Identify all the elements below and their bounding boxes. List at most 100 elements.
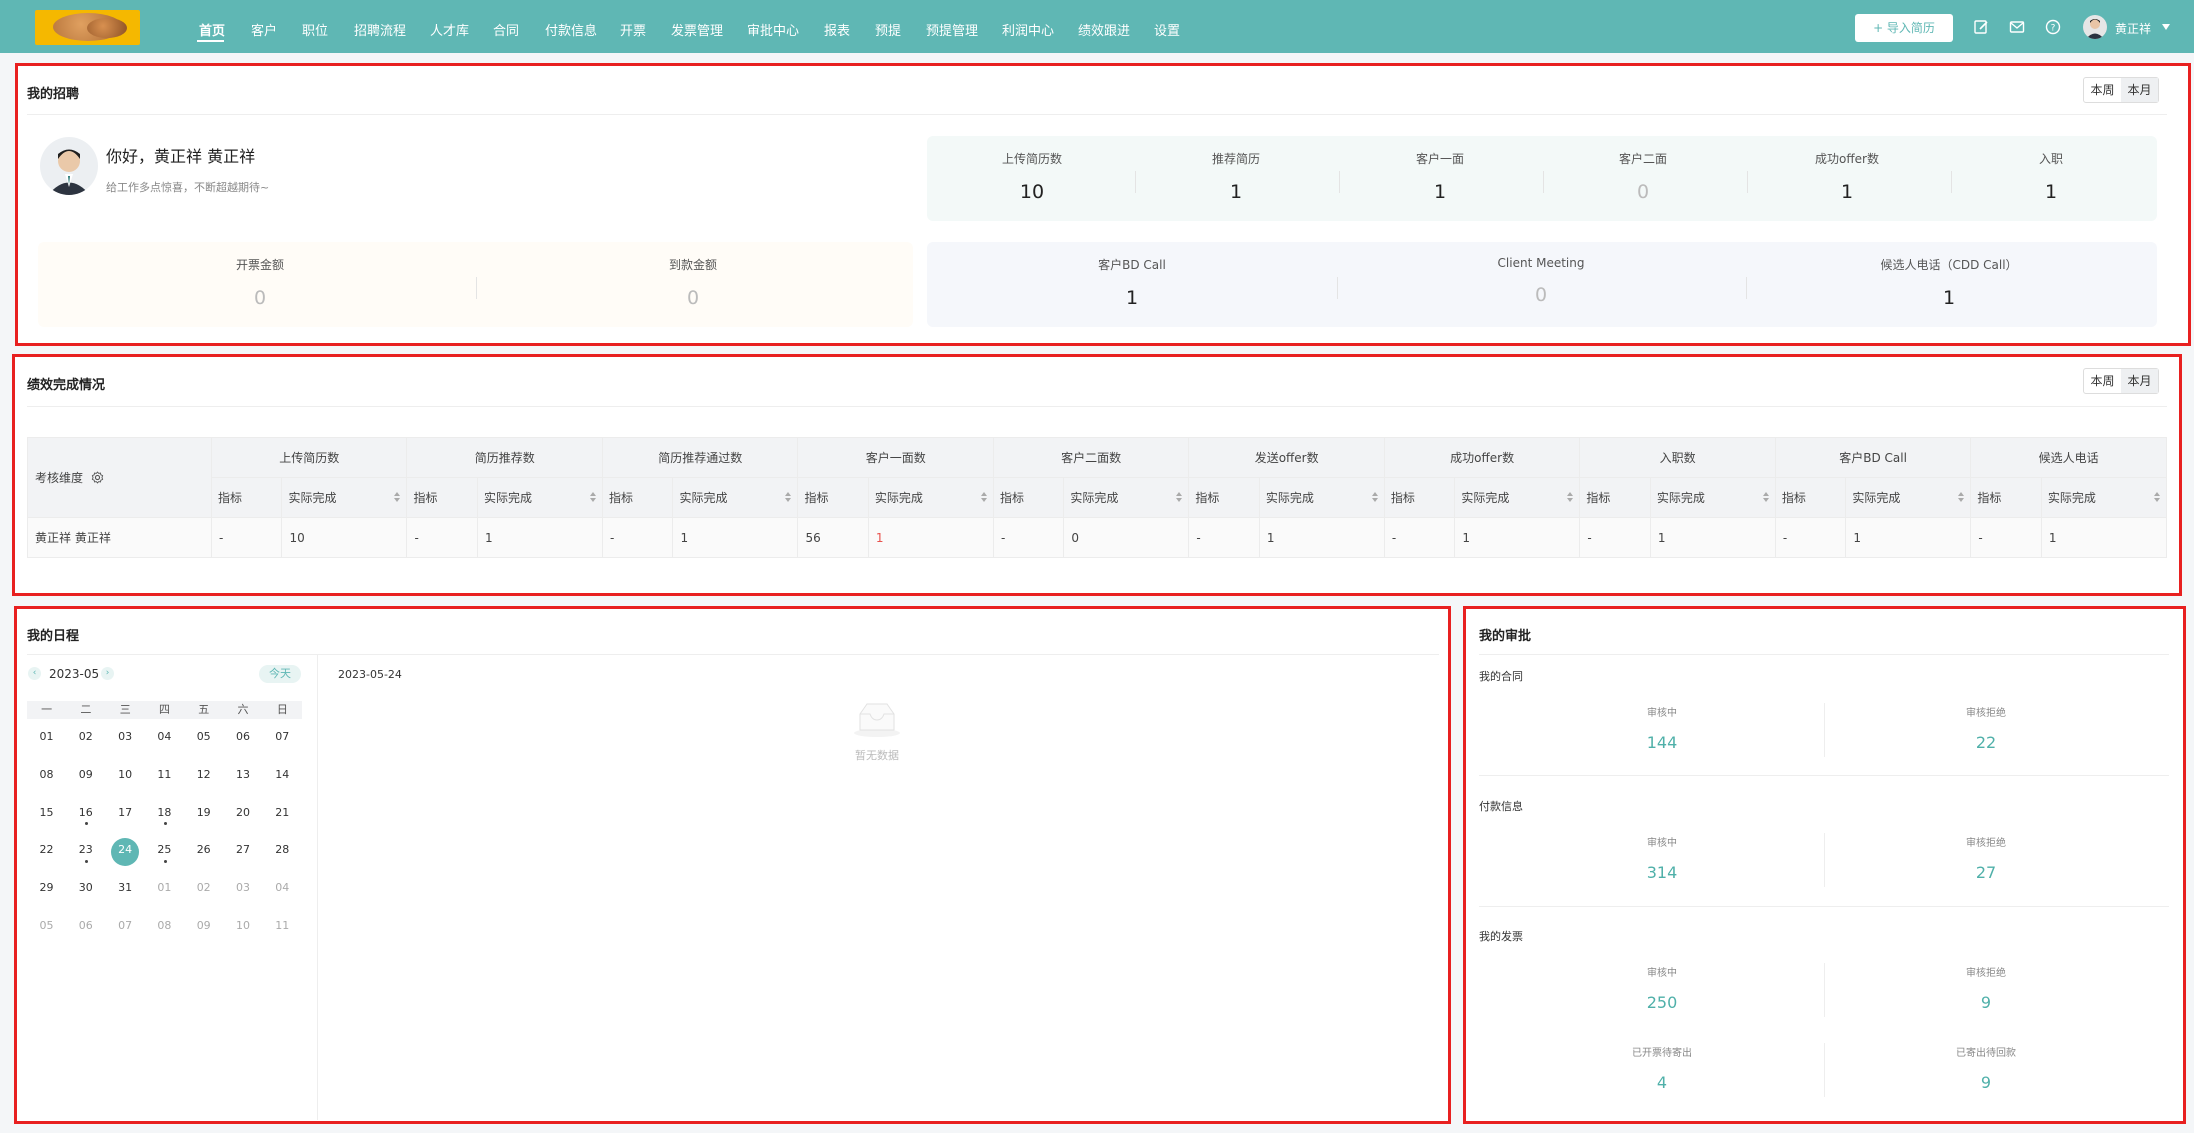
- calendar-day[interactable]: 19: [184, 806, 223, 819]
- approval-invoice-pending[interactable]: 审核中 250: [1562, 964, 1762, 1012]
- divider: [1479, 654, 2169, 655]
- chevron-left-icon[interactable]: ‹: [28, 667, 41, 680]
- nav-profit-center[interactable]: 利润中心: [1002, 20, 1054, 39]
- calendar-day[interactable]: 28: [263, 843, 302, 856]
- calendar-day[interactable]: 24: [106, 843, 145, 856]
- chevron-down-icon[interactable]: [2162, 24, 2170, 30]
- calendar-day[interactable]: 31: [106, 881, 145, 894]
- col-actual-header[interactable]: 实际完成: [672, 477, 799, 518]
- approval-payment-rejected[interactable]: 审核拒绝 27: [1886, 834, 2086, 882]
- calendar-day[interactable]: 06: [66, 919, 105, 932]
- nav-invoicing[interactable]: 开票: [620, 20, 646, 39]
- stat-received-amount: 到款金额 0: [668, 258, 717, 309]
- col-actual-header[interactable]: 实际完成: [2040, 477, 2168, 518]
- nav-invoice-mgmt[interactable]: 发票管理: [671, 20, 723, 39]
- nav-accrual[interactable]: 预提: [875, 20, 901, 39]
- calendar-day[interactable]: 16: [66, 806, 105, 819]
- calendar-day[interactable]: 17: [106, 806, 145, 819]
- nav-settings[interactable]: 设置: [1154, 20, 1180, 39]
- import-resume-button[interactable]: + 导入简历: [1855, 14, 1953, 42]
- col-actual-header[interactable]: 实际完成: [1063, 477, 1190, 518]
- col-actual-header[interactable]: 实际完成: [476, 477, 603, 518]
- chevron-right-icon[interactable]: ›: [101, 667, 114, 680]
- approval-invoice-awaiting-payment[interactable]: 已寄出待回款 9: [1886, 1044, 2086, 1092]
- approval-invoice-to-send[interactable]: 已开票待寄出 4: [1562, 1044, 1762, 1092]
- col-actual-header[interactable]: 实际完成: [1649, 477, 1776, 518]
- nav-approval-center[interactable]: 审批中心: [747, 20, 799, 39]
- nav-home[interactable]: 首页: [199, 20, 225, 39]
- calendar-day[interactable]: 30: [66, 881, 105, 894]
- help-icon[interactable]: ?: [2045, 19, 2061, 35]
- calendar-day[interactable]: 04: [263, 881, 302, 894]
- dim-label: 考核维度: [35, 471, 84, 485]
- calendar-day[interactable]: 10: [224, 919, 263, 932]
- calendar-day[interactable]: 04: [145, 730, 184, 743]
- nav-perf-tracking[interactable]: 绩效跟进: [1078, 20, 1130, 39]
- calendar-day[interactable]: 08: [27, 768, 66, 781]
- calendar-day[interactable]: 10: [106, 768, 145, 781]
- calendar-day[interactable]: 02: [66, 730, 105, 743]
- nav-accrual-mgmt[interactable]: 预提管理: [926, 20, 978, 39]
- calendar-day[interactable]: 03: [224, 881, 263, 894]
- approval-contract-rejected[interactable]: 审核拒绝 22: [1886, 704, 2086, 752]
- calendar-day[interactable]: 11: [263, 919, 302, 932]
- approval-payment-pending[interactable]: 审核中 314: [1562, 834, 1762, 882]
- edit-icon[interactable]: [1973, 19, 1989, 35]
- user-name[interactable]: 黄正祥: [2115, 20, 2151, 37]
- nav-recruit-flow[interactable]: 招聘流程: [354, 20, 406, 39]
- calendar-day[interactable]: 20: [224, 806, 263, 819]
- calendar-day[interactable]: 08: [145, 919, 184, 932]
- divider: [1824, 963, 1825, 1017]
- calendar-day[interactable]: 01: [27, 730, 66, 743]
- calendar-day[interactable]: 12: [184, 768, 223, 781]
- calendar-day[interactable]: 02: [184, 881, 223, 894]
- nav-positions[interactable]: 职位: [302, 20, 328, 39]
- calendar-day[interactable]: 25: [145, 843, 184, 856]
- calendar-day[interactable]: 22: [27, 843, 66, 856]
- tab-this-month[interactable]: 本月: [2121, 369, 2158, 393]
- calendar-day[interactable]: 09: [184, 919, 223, 932]
- calendar-day[interactable]: 15: [27, 806, 66, 819]
- calendar-day[interactable]: 09: [66, 768, 105, 781]
- col-actual-header[interactable]: 实际完成: [1845, 477, 1972, 518]
- calendar-day[interactable]: 29: [27, 881, 66, 894]
- col-actual-header[interactable]: 实际完成: [281, 477, 408, 518]
- gear-icon[interactable]: [91, 471, 104, 484]
- calendar-day[interactable]: 01: [145, 881, 184, 894]
- weekday-label: 五: [198, 703, 210, 716]
- tab-this-week[interactable]: 本周: [2084, 369, 2121, 393]
- user-avatar[interactable]: [2083, 15, 2107, 39]
- today-button[interactable]: 今天: [259, 665, 301, 683]
- calendar-day[interactable]: 07: [106, 919, 145, 932]
- calendar-day[interactable]: 23: [66, 843, 105, 856]
- nav-payment-info[interactable]: 付款信息: [545, 20, 597, 39]
- weekday-label: 一: [41, 703, 53, 716]
- col-target-header: 指标: [992, 477, 1065, 518]
- mail-icon[interactable]: [2009, 19, 2025, 35]
- calendar-day[interactable]: 06: [224, 730, 263, 743]
- calendar-day[interactable]: 05: [27, 919, 66, 932]
- col-actual-header[interactable]: 实际完成: [1454, 477, 1581, 518]
- calendar-day[interactable]: 21: [263, 806, 302, 819]
- approval-contract-pending[interactable]: 审核中 144: [1562, 704, 1762, 752]
- nav-clients[interactable]: 客户: [251, 20, 277, 39]
- tab-this-month[interactable]: 本月: [2121, 78, 2158, 102]
- calendar-day[interactable]: 03: [106, 730, 145, 743]
- nav-contracts[interactable]: 合同: [493, 20, 519, 39]
- company-logo[interactable]: [35, 10, 140, 45]
- calendar-day[interactable]: 07: [263, 730, 302, 743]
- calendar-day[interactable]: 13: [224, 768, 263, 781]
- col-actual-header[interactable]: 实际完成: [867, 477, 994, 518]
- calendar-day[interactable]: 27: [224, 843, 263, 856]
- calendar-day[interactable]: 14: [263, 768, 302, 781]
- calendar-day[interactable]: 18: [145, 806, 184, 819]
- calendar-day[interactable]: 26: [184, 843, 223, 856]
- calendar-month: 2023-05: [49, 667, 100, 681]
- nav-talent-pool[interactable]: 人才库: [430, 20, 469, 39]
- calendar-day[interactable]: 05: [184, 730, 223, 743]
- nav-reports[interactable]: 报表: [824, 20, 850, 39]
- calendar-day[interactable]: 11: [145, 768, 184, 781]
- col-actual-header[interactable]: 实际完成: [1258, 477, 1385, 518]
- tab-this-week[interactable]: 本周: [2084, 78, 2121, 102]
- approval-invoice-rejected[interactable]: 审核拒绝 9: [1886, 964, 2086, 1012]
